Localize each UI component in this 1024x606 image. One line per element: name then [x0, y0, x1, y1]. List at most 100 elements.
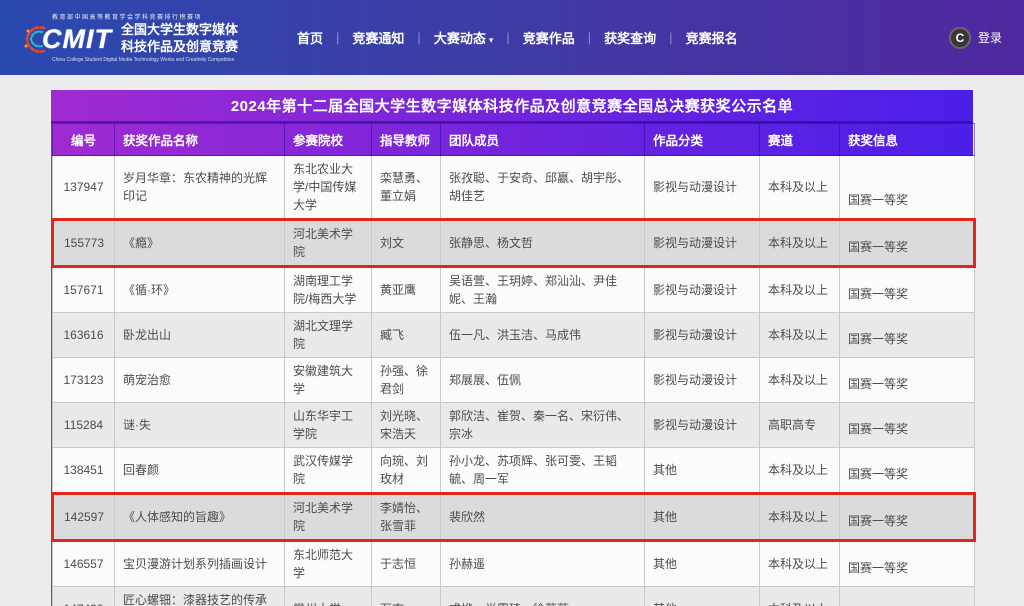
cell-category: 其他: [645, 541, 760, 587]
nav-item-2[interactable]: 竞赛通知: [339, 28, 417, 47]
cell-id: 137947: [53, 156, 115, 220]
cell-teachers: 臧飞: [372, 313, 441, 358]
login-button[interactable]: C 登录: [949, 27, 1002, 49]
cell-id: 173123: [53, 358, 115, 403]
cell-teachers: 孙强、徐君剑: [372, 358, 441, 403]
logo-acronym: CMIT: [42, 26, 112, 53]
cell-award: 国赛一等奖: [840, 448, 975, 494]
cell-school: 河北美术学院: [285, 220, 372, 267]
cell-id: 157671: [53, 267, 115, 313]
cell-award: 国赛一等奖: [840, 358, 975, 403]
nav-item-5[interactable]: 获奖查询: [591, 28, 669, 47]
logo-ministry-text: 教育部中国高等教育学会学科竞赛排行榜赛项: [52, 12, 238, 21]
cell-category: 影视与动漫设计: [645, 313, 760, 358]
logo-swirl-icon: [22, 22, 48, 56]
cell-teachers: 刘光晓、宋浩天: [372, 403, 441, 448]
table-row: 137947岁月华章：东农精神的光辉印记东北农业大学/中国传媒大学栾慧勇、董立娟…: [53, 156, 975, 220]
cell-award: 国赛一等奖: [840, 494, 975, 541]
logo-competition-name: 全国大学生数字媒体 科技作品及创意竞赛: [121, 22, 238, 56]
cell-work: 《循·环》: [115, 267, 285, 313]
cell-id: 142597: [53, 494, 115, 541]
cell-track: 高职高专: [760, 403, 840, 448]
cell-members: 张孜聪、于安奇、邱赢、胡宇彤、胡佳艺: [441, 156, 645, 220]
cell-award: 国赛一等奖: [840, 267, 975, 313]
cell-school: 河北美术学院: [285, 494, 372, 541]
cell-members: 戎烨、肖震琦、徐薇薇: [441, 587, 645, 606]
table-row: 146557宝贝漫游计划系列插画设计东北师范大学于志恒孙赫遥其他本科及以上国赛一…: [53, 541, 975, 587]
cell-track: 本科及以上: [760, 494, 840, 541]
cell-work: 卧龙出山: [115, 313, 285, 358]
cell-members: 郭欣洁、崔贺、秦一名、宋衍伟、宗冰: [441, 403, 645, 448]
cell-category: 影视与动漫设计: [645, 220, 760, 267]
cell-school: 山东华宇工学院: [285, 403, 372, 448]
logo-english-text: China College Student Digital Media Tech…: [52, 57, 238, 63]
cell-award: 国赛一等奖: [840, 313, 975, 358]
cell-track: 本科及以上: [760, 267, 840, 313]
cell-work: 《人体感知的旨趣》: [115, 494, 285, 541]
login-avatar-icon[interactable]: C: [949, 27, 971, 49]
column-header: 编号: [53, 124, 115, 156]
cell-school: 常州大学: [285, 587, 372, 606]
header-row: 编号获奖作品名称参赛院校指导教师团队成员作品分类赛道获奖信息: [53, 124, 975, 156]
cell-track: 本科及以上: [760, 220, 840, 267]
cell-track: 本科及以上: [760, 358, 840, 403]
column-header: 赛道: [760, 124, 840, 156]
cell-teachers: 栾慧勇、董立娟: [372, 156, 441, 220]
cell-members: 吴语萱、王玥婷、郑汕汕、尹佳妮、王瀚: [441, 267, 645, 313]
cell-id: 146557: [53, 541, 115, 587]
cell-members: 张静思、杨文哲: [441, 220, 645, 267]
nav-item-4[interactable]: 竞赛作品: [510, 28, 588, 47]
column-header: 获奖信息: [840, 124, 975, 156]
cell-teachers: 万爽: [372, 587, 441, 606]
cell-id: 155773: [53, 220, 115, 267]
login-label[interactable]: 登录: [978, 29, 1002, 46]
logo-name-line1: 全国大学生数字媒体: [121, 22, 238, 39]
cell-track: 本科及以上: [760, 587, 840, 606]
nav-item-6[interactable]: 竞赛报名: [673, 28, 751, 47]
nav-item-3[interactable]: 大赛动态▾: [421, 28, 507, 47]
cell-work: 《瘾》: [115, 220, 285, 267]
cell-school: 湖北文理学院: [285, 313, 372, 358]
main-nav: 首页|竞赛通知|大赛动态▾|竞赛作品|获奖查询|竞赛报名: [284, 28, 751, 47]
cell-id: 115284: [53, 403, 115, 448]
cell-category: 影视与动漫设计: [645, 358, 760, 403]
table-row: 138451回春颜武汉传媒学院向琬、刘玫材孙小龙、苏项辉、张可雯、王韬毓、周一军…: [53, 448, 975, 494]
table-row: 142597《人体感知的旨趣》河北美术学院李婧怡、张雪菲裴欣然其他本科及以上国赛…: [53, 494, 975, 541]
cell-award: 国赛一等奖: [840, 541, 975, 587]
site-logo[interactable]: 教育部中国高等教育学会学科竞赛排行榜赛项 CMIT 全国大学生数字媒体 科技作品…: [22, 12, 238, 63]
column-header: 获奖作品名称: [115, 124, 285, 156]
cell-members: 郑展展、伍佩: [441, 358, 645, 403]
cell-work: 宝贝漫游计划系列插画设计: [115, 541, 285, 587]
logo-name-line2: 科技作品及创意竞赛: [121, 39, 238, 56]
cell-award: 国赛一等奖: [840, 403, 975, 448]
nav-item-1[interactable]: 首页: [284, 28, 336, 47]
cell-work: 岁月华章：东农精神的光辉印记: [115, 156, 285, 220]
cell-teachers: 黄亚鹰: [372, 267, 441, 313]
page-content: 2024年第十二届全国大学生数字媒体科技作品及创意竞赛全国总决赛获奖公示名单 编…: [0, 90, 1024, 606]
cell-work: 回春颜: [115, 448, 285, 494]
cell-award: 国赛一等奖: [840, 220, 975, 267]
cell-school: 东北农业大学/中国传媒大学: [285, 156, 372, 220]
cell-category: 影视与动漫设计: [645, 267, 760, 313]
cell-members: 伍一凡、洪玉洁、马成伟: [441, 313, 645, 358]
cell-track: 本科及以上: [760, 448, 840, 494]
cell-teachers: 于志恒: [372, 541, 441, 587]
cell-award: 国赛一等奖: [840, 156, 975, 220]
cell-teachers: 李婧怡、张雪菲: [372, 494, 441, 541]
column-header: 指导教师: [372, 124, 441, 156]
cell-work: 萌宠治愈: [115, 358, 285, 403]
cell-category: 其他: [645, 448, 760, 494]
table-row: 147439匠心螺钿：漆器技艺的传承与创新常州大学万爽戎烨、肖震琦、徐薇薇其他本…: [53, 587, 975, 606]
cell-award: 国赛一等奖: [840, 587, 975, 606]
table-title: 2024年第十二届全国大学生数字媒体科技作品及创意竞赛全国总决赛获奖公示名单: [51, 90, 973, 123]
cell-members: 裴欣然: [441, 494, 645, 541]
column-header: 作品分类: [645, 124, 760, 156]
cell-work: 谜·失: [115, 403, 285, 448]
cell-track: 本科及以上: [760, 313, 840, 358]
cell-category: 其他: [645, 587, 760, 606]
cell-work: 匠心螺钿：漆器技艺的传承与创新: [115, 587, 285, 606]
cell-teachers: 向琬、刘玫材: [372, 448, 441, 494]
column-header: 参赛院校: [285, 124, 372, 156]
cell-id: 163616: [53, 313, 115, 358]
cell-track: 本科及以上: [760, 541, 840, 587]
